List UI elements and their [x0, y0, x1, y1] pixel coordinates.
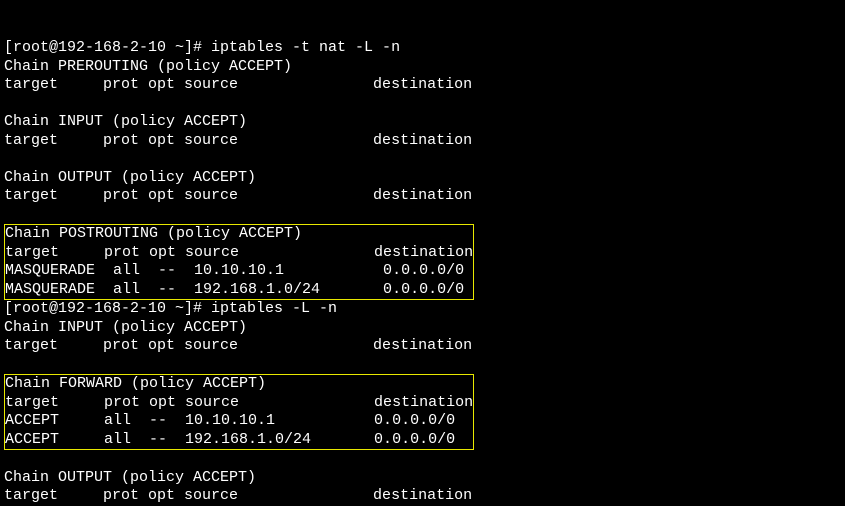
chain-output-filter-header: Chain OUTPUT (policy ACCEPT): [4, 469, 256, 486]
chain-prerouting-header: Chain PREROUTING (policy ACCEPT): [4, 58, 292, 75]
chain-input-nat-columns: target prot opt source destination: [4, 132, 472, 149]
chain-output-filter-columns: target prot opt source destination: [4, 487, 472, 504]
prompt-line-2[interactable]: [root@192-168-2-10 ~]# iptables -L -n: [4, 300, 337, 317]
forward-rule-2: ACCEPT all -- 192.168.1.0/24 0.0.0.0/0: [5, 431, 455, 448]
chain-forward-header: Chain FORWARD (policy ACCEPT): [5, 375, 266, 392]
chain-input-filter-columns: target prot opt source destination: [4, 337, 472, 354]
chain-forward-columns: target prot opt source destination: [5, 394, 473, 411]
chain-prerouting-columns: target prot opt source destination: [4, 76, 472, 93]
forward-rule-1: ACCEPT all -- 10.10.10.1 0.0.0.0/0: [5, 412, 455, 429]
chain-postrouting-columns: target prot opt source destination: [5, 244, 473, 261]
chain-input-nat-header: Chain INPUT (policy ACCEPT): [4, 113, 247, 130]
chain-output-nat-columns: target prot opt source destination: [4, 187, 472, 204]
forward-box: Chain FORWARD (policy ACCEPT) target pro…: [4, 374, 474, 450]
postrouting-rule-2: MASQUERADE all -- 192.168.1.0/24 0.0.0.0…: [5, 281, 464, 298]
chain-output-nat-header: Chain OUTPUT (policy ACCEPT): [4, 169, 256, 186]
postrouting-rule-1: MASQUERADE all -- 10.10.10.1 0.0.0.0/0: [5, 262, 464, 279]
postrouting-box: Chain POSTROUTING (policy ACCEPT) target…: [4, 224, 474, 300]
chain-postrouting-header: Chain POSTROUTING (policy ACCEPT): [5, 225, 302, 242]
chain-input-filter-header: Chain INPUT (policy ACCEPT): [4, 319, 247, 336]
prompt-line-1[interactable]: [root@192-168-2-10 ~]# iptables -t nat -…: [4, 39, 400, 56]
